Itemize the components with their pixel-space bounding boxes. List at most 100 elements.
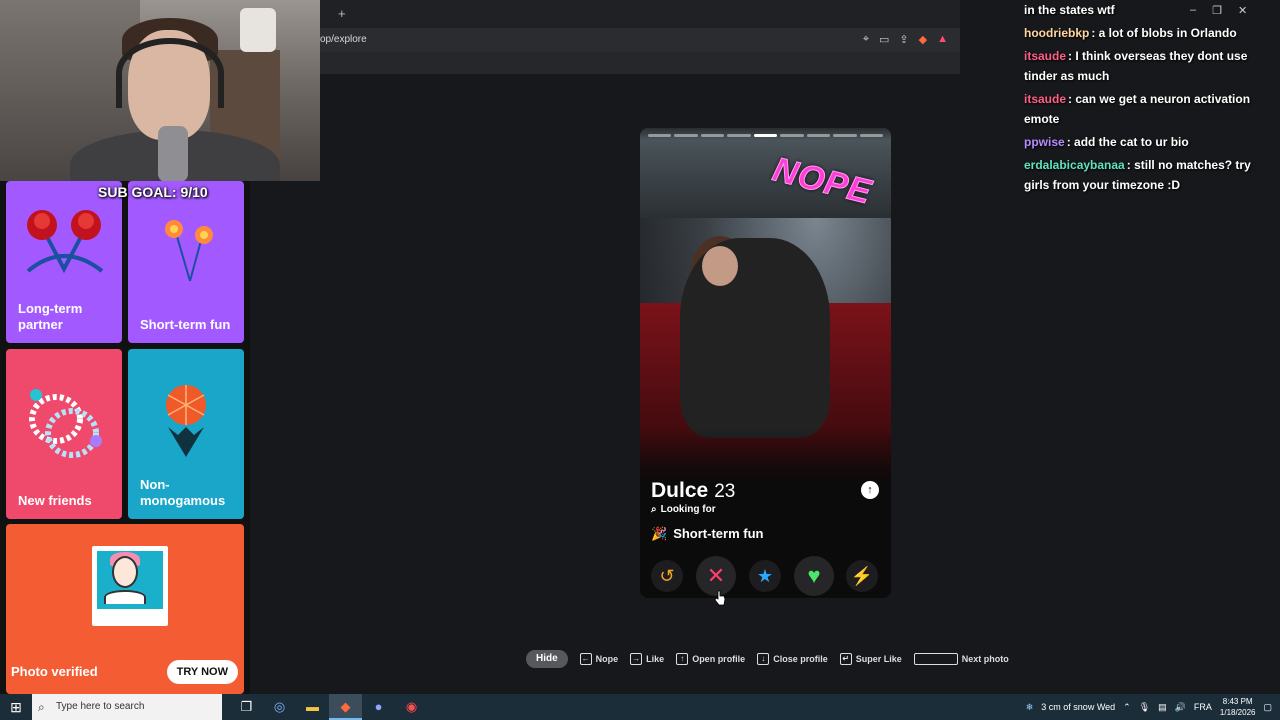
profile-name: Dulce — [651, 479, 709, 502]
address-bar[interactable]: op/explore ⌖ ▭ ⇪ ◆ ▲ — [320, 28, 960, 52]
task-view-icon[interactable]: ❐ — [230, 694, 263, 720]
taskbar-clock[interactable]: 8:43 PM 1/18/2026 — [1220, 696, 1256, 718]
photo-progress-segment — [700, 134, 725, 137]
shortcut-nope: ← Nope — [579, 653, 619, 665]
chat-username[interactable]: hoodriebkp — [1024, 26, 1089, 40]
open-profile-arrow-icon[interactable]: ↑ — [861, 481, 879, 499]
intent-card-new-friends[interactable]: New friends — [6, 349, 122, 519]
photo-progress-segment — [727, 134, 751, 137]
discord-icon[interactable]: ● — [362, 694, 395, 720]
chat-message: itsaude: can we get a neuron activation … — [1016, 89, 1280, 129]
try-now-button[interactable]: TRY NOW — [166, 660, 238, 684]
verified-portrait-icon — [92, 546, 168, 626]
stream-chat: in the states wtf hoodriebkp: a lot of bl… — [1016, 0, 1280, 198]
obs-icon[interactable]: ◉ — [395, 694, 428, 720]
chat-text: in the states wtf — [1024, 3, 1115, 17]
brave-browser-icon[interactable]: ◆ — [329, 694, 362, 720]
intent-label: Non-monogamous — [140, 477, 226, 508]
photo-progress-segment — [859, 134, 883, 137]
location-icon[interactable]: ⌖ — [863, 33, 869, 46]
shortcut-super-like: ↵ Super Like — [839, 653, 902, 665]
hide-shortcuts-button[interactable]: Hide — [526, 650, 568, 668]
chat-username[interactable]: itsaude — [1024, 92, 1066, 106]
photo-progress-segment — [753, 134, 778, 137]
chat-username[interactable]: ppwise — [1024, 135, 1065, 149]
shortcut-like: → Like — [630, 653, 665, 665]
rewind-button[interactable]: ↺ — [651, 560, 683, 592]
intent-label: New friends — [18, 493, 92, 508]
intent-card-long-term[interactable]: Long-term partner — [6, 181, 122, 343]
webcam-tub — [240, 8, 276, 52]
profile-name-row: Dulce 23 — [651, 479, 735, 503]
share-icon[interactable]: ⇪ — [899, 33, 908, 46]
pineapple-icon — [166, 385, 206, 457]
brave-shield-icon[interactable]: ◆ — [919, 33, 927, 46]
microphone-icon[interactable]: 🎙 — [1139, 702, 1150, 713]
intent-card-non-monogamous[interactable]: Non-monogamous — [128, 349, 244, 519]
enter-key-icon: ↵ — [839, 653, 852, 665]
photo-progress-bars — [648, 134, 883, 137]
looking-for-value: Short-term fun — [673, 526, 764, 541]
profile-card[interactable]: NOPE Dulce 23 ↑ ⌕ Looking for 🎉 Short-term … — [640, 128, 891, 598]
webcam-feed — [0, 0, 320, 181]
notifications-icon[interactable]: ▢ — [1263, 702, 1272, 713]
bracelets-icon — [29, 389, 102, 458]
keyboard-shortcuts-bar: Hide ← Nope → Like ↑ Open profile ↓ Close pr… — [526, 649, 1009, 669]
search-icon: ⌕ — [651, 504, 657, 515]
language-indicator[interactable]: FRA — [1194, 702, 1212, 712]
brave-rewards-icon[interactable]: ▲ — [937, 33, 948, 46]
bookmarks-bar — [320, 52, 960, 74]
windows-taskbar: ⊞ ⌕ Type here to search ❐ ◎ ▬ ◆ ● ◉ ❄ 3 … — [0, 694, 1280, 720]
like-button[interactable]: ♥ — [794, 556, 834, 596]
photo-progress-segment — [833, 134, 857, 137]
chat-username[interactable]: itsaude — [1024, 49, 1066, 63]
stream-stage: + op/explore ⌖ ▭ ⇪ ◆ ▲ Long-term partner… — [0, 0, 1280, 694]
down-arrow-key-icon: ↓ — [757, 653, 770, 665]
up-arrow-key-icon: ↑ — [676, 653, 689, 665]
looking-for-value-row: 🎉 Short-term fun — [651, 526, 763, 542]
search-icon: ⌕ — [38, 700, 45, 714]
clock-time: 8:43 PM — [1222, 697, 1253, 706]
chat-text: : add the cat to ur bio — [1066, 135, 1189, 149]
boost-button[interactable]: ⚡ — [846, 560, 878, 592]
chevron-up-icon[interactable]: ⌃ — [1123, 702, 1131, 713]
relationship-intent-panel: Long-term partner Short-term fun New fri… — [0, 181, 250, 694]
intent-label: Short-term fun — [140, 317, 231, 332]
photo-progress-segment — [674, 134, 698, 137]
shortcut-open-profile: ↑ Open profile — [676, 653, 745, 665]
chat-username[interactable]: erdalabicaybanaa — [1024, 158, 1125, 172]
chat-message: itsaude: I think overseas they dont use … — [1016, 46, 1280, 86]
party-popper-icon: 🎉 — [651, 526, 668, 541]
url-text[interactable]: op/explore — [320, 34, 367, 45]
file-explorer-icon[interactable]: ▬ — [296, 694, 329, 720]
photo-verified-label: Photo verified — [11, 664, 98, 679]
photo-progress-segment — [806, 134, 831, 137]
hand-cursor-icon — [714, 590, 726, 606]
search-placeholder: Type here to search — [56, 701, 145, 712]
intent-card-short-term[interactable]: Short-term fun — [128, 181, 244, 343]
photo-progress-segment — [780, 134, 804, 137]
cast-icon[interactable]: ▭ — [879, 33, 889, 46]
weather-text[interactable]: 3 cm of snow Wed — [1041, 702, 1115, 712]
copilot-icon[interactable]: ◎ — [263, 694, 296, 720]
taskbar-search-box[interactable]: ⌕ Type here to search — [32, 694, 222, 720]
chat-message: hoodriebkp: a lot of blobs in Orlando — [1016, 23, 1280, 43]
new-tab-button[interactable]: + — [338, 6, 346, 21]
looking-for-label: Looking for — [660, 504, 716, 515]
clock-date: 1/18/2026 — [1219, 708, 1256, 717]
super-like-button[interactable]: ★ — [749, 560, 781, 592]
headphones — [116, 38, 224, 108]
volume-icon[interactable]: 🔊 — [1175, 702, 1186, 713]
address-bar-icons: ⌖ ▭ ⇪ ◆ ▲ — [863, 33, 948, 46]
photo-progress-segment — [648, 134, 672, 137]
network-icon[interactable]: ▤ — [1158, 702, 1167, 713]
chat-message: ppwise: add the cat to ur bio — [1016, 132, 1280, 152]
looking-for-label-row: ⌕ Looking for — [651, 504, 716, 515]
windows-start-icon[interactable]: ⊞ — [0, 694, 32, 720]
system-tray: ❄ 3 cm of snow Wed ⌃ 🎙 ▤ 🔊 FRA 8:43 PM 1… — [1026, 694, 1280, 720]
right-arrow-key-icon: → — [630, 653, 643, 665]
photo-verified-card[interactable]: Photo verified TRY NOW — [6, 524, 244, 694]
photo-person-face — [702, 246, 738, 286]
snow-icon: ❄ — [1025, 701, 1034, 712]
profile-age: 23 — [714, 481, 736, 502]
